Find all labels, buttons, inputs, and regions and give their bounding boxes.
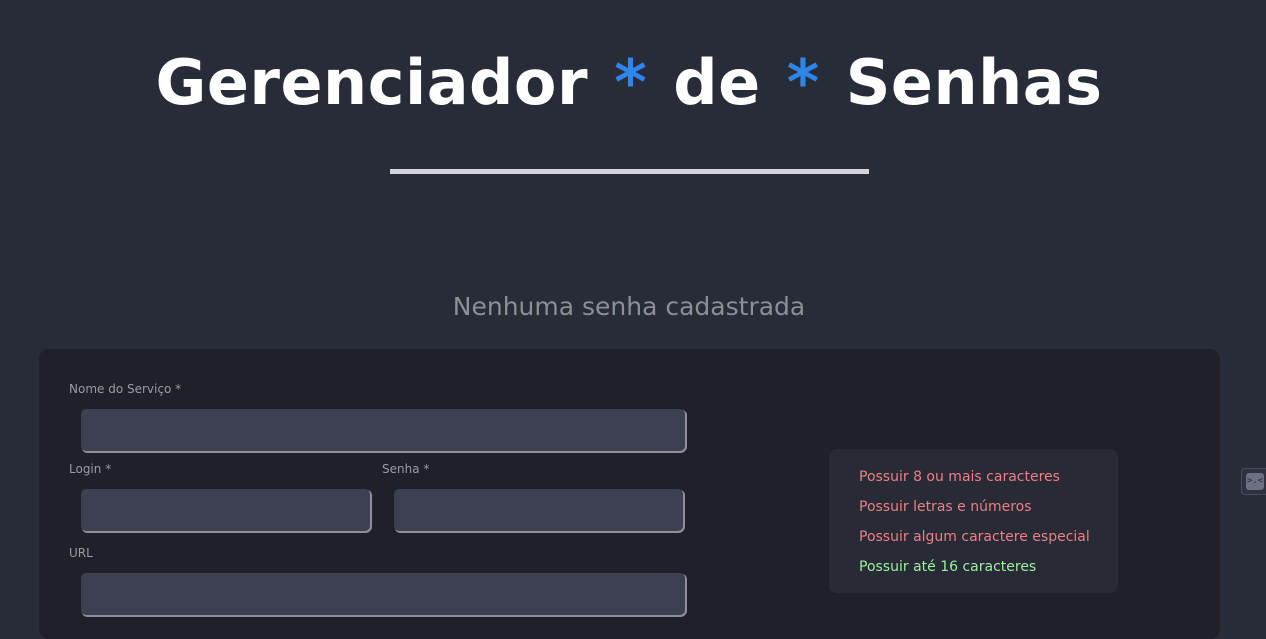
asterisk-icon: * [786,46,820,119]
empty-passwords-message: Nenhuma senha cadastrada [452,292,806,321]
service-name-input[interactable] [81,409,685,451]
title-word-senhas: Senhas [845,46,1103,119]
requirement-letters-numbers: Possuir letras e números [859,499,1032,515]
header-divider [390,169,869,174]
page-title: Gerenciador * de * Senhas [0,46,1258,119]
title-word-gerenciador: Gerenciador [155,46,589,119]
requirement-max-length: Possuir até 16 caracteres [859,559,1037,575]
password-requirements: Possuir 8 ou mais caracteres Possuir let… [829,449,1118,593]
extension-face-icon: >.< [1246,473,1264,490]
url-input[interactable] [81,573,685,615]
extension-widget-button[interactable]: >.< [1241,468,1266,495]
asterisk-icon: * [614,46,648,119]
requirement-min-length: Possuir 8 ou mais caracteres [859,469,1060,485]
login-label: Login * [69,462,112,476]
login-input[interactable] [81,489,370,531]
password-form: Nome do Serviço * Login * Senha * URL Po… [39,349,1220,639]
password-input[interactable] [394,489,683,531]
service-name-label: Nome do Serviço * [69,382,182,396]
url-label: URL [69,546,93,560]
password-label: Senha * [382,462,430,476]
requirement-special-char: Possuir algum caractere especial [859,529,1090,545]
title-word-de: de [673,46,761,119]
